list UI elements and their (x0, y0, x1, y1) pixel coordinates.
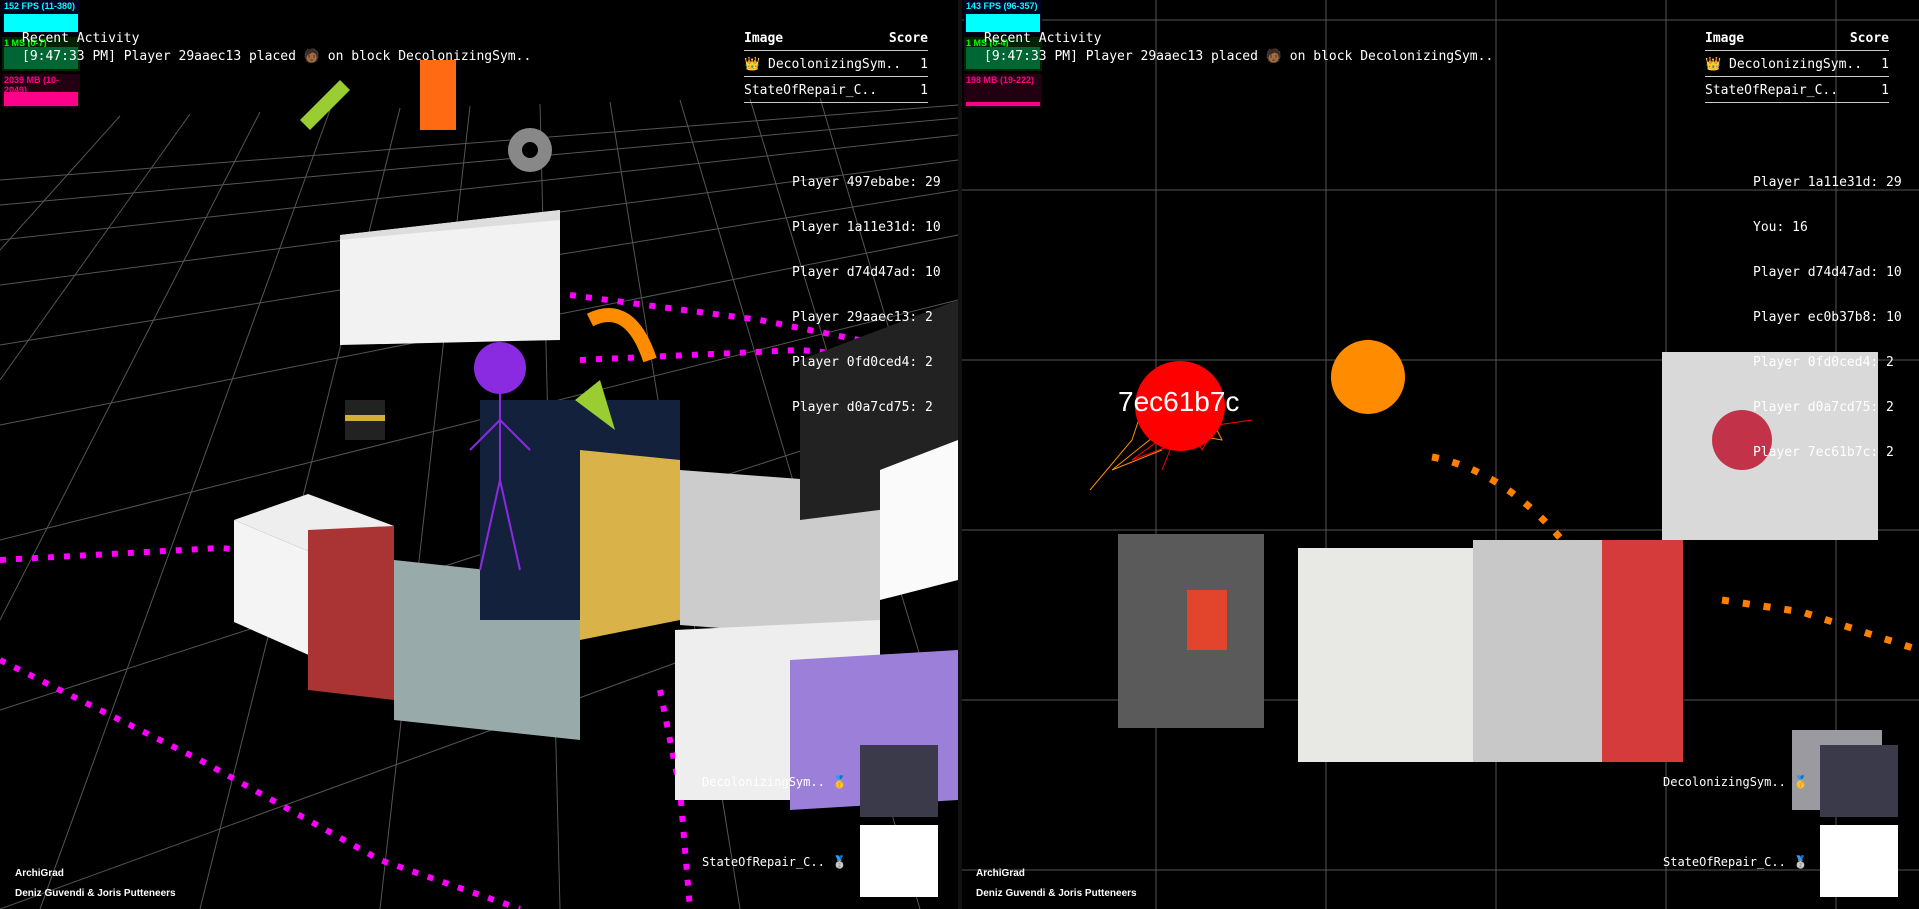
image-thumbnail[interactable] (1820, 745, 1898, 817)
image-thumbnail[interactable] (860, 745, 938, 817)
score-row: 👑 DecolonizingSym.. 1 (1705, 51, 1889, 77)
score-row-name: StateOfRepair_C.. (744, 83, 878, 98)
col-score: Score (888, 31, 928, 46)
scoreboard: Image Score 👑 DecolonizingSym.. 1 StateOfR… (1705, 31, 1889, 103)
right-viewport[interactable]: 7ec61b7c 143 FPS (96-357) 1 MS (0-4) 198… (962, 0, 1919, 909)
player-entry: Player d74d47ad: 10 (1753, 265, 1902, 280)
left-viewport[interactable]: 152 FPS (11-380) 1 MS (0-7) 2039 MB (10-… (0, 0, 958, 909)
score-row-value: 1 (920, 83, 928, 98)
player-entry: Player 1a11e31d: 29 (1753, 175, 1902, 190)
player-entry: Player 1a11e31d: 10 (792, 220, 941, 235)
memory-graph (966, 102, 1040, 106)
player-entry: Player d74d47ad: 10 (792, 265, 941, 280)
left-3d-scene[interactable] (0, 0, 958, 909)
score-row-name: 👑 DecolonizingSym.. (744, 57, 902, 72)
memory-graph (4, 92, 78, 106)
memory-meter[interactable]: 198 MB (19-222) (964, 74, 1042, 108)
player-entry: Player 0fd0ced4: 2 (1753, 355, 1894, 370)
score-row-name: 👑 DecolonizingSym.. (1705, 57, 1863, 72)
player-list: Player 1a11e31d: 29 You: 16 Player d74d4… (1753, 145, 1902, 490)
memory-meter[interactable]: 2039 MB (10-2049) (2, 74, 80, 108)
player-entry: Player 7ec61b7c: 2 (1753, 445, 1894, 460)
score-row: StateOfRepair_C.. 1 (744, 77, 928, 103)
player-entry: Player 497ebabe: 29 (792, 175, 941, 190)
memory-readout: 198 MB (19-222) (966, 75, 1035, 85)
score-row: 👑 DecolonizingSym.. 1 (744, 51, 928, 77)
player-entry: Player 29aaec13: 2 (792, 310, 933, 325)
recent-activity-title: Recent Activity (22, 31, 140, 46)
activity-entry: [9:47:33 PM] Player 29aaec13 placed 🧑🏾 o… (22, 49, 532, 64)
recent-activity-title: Recent Activity (984, 31, 1102, 46)
col-score: Score (1849, 31, 1889, 46)
scoreboard-header: Image Score (744, 31, 928, 51)
avatar-name-label: 7ec61b7c (1118, 386, 1240, 417)
fps-graph (4, 14, 78, 32)
authors-credit: Deniz Guvendi & Joris Putteneers (15, 888, 176, 899)
player-entry: Player d0a7cd75: 2 (792, 400, 933, 415)
player-entry: Player d0a7cd75: 2 (1753, 400, 1894, 415)
scoreboard: Image Score 👑 DecolonizingSym.. 1 StateOfR… (744, 31, 928, 103)
fps-readout: 143 FPS (96-357) (966, 1, 1038, 11)
activity-entry: [9:47:33 PM] Player 29aaec13 placed 🧑🏾 o… (984, 49, 1494, 64)
scoreboard-header: Image Score (1705, 31, 1889, 51)
player-avatar-orange (1331, 340, 1405, 414)
fps-graph (966, 14, 1040, 32)
brand-label: ArchiGrad (976, 868, 1025, 879)
fps-meter[interactable]: 152 FPS (11-380) (2, 0, 80, 34)
image-label-silver: StateOfRepair_C.. 🥈 (702, 855, 847, 869)
player-entry: Player ec0b37b8: 10 (1753, 310, 1902, 325)
player-list: Player 497ebabe: 29 Player 1a11e31d: 10 … (792, 145, 941, 445)
fps-meter[interactable]: 143 FPS (96-357) (964, 0, 1042, 34)
player-entry: Player 0fd0ced4: 2 (792, 355, 933, 370)
col-image: Image (1705, 31, 1745, 46)
image-label-gold: DecolonizingSym.. 🥇 (1663, 775, 1808, 789)
score-row-value: 1 (1881, 83, 1889, 98)
player-entry-self: You: 16 (1753, 220, 1808, 235)
brand-label: ArchiGrad (15, 868, 64, 879)
image-thumbnail[interactable] (1820, 825, 1898, 897)
image-label-silver: StateOfRepair_C.. 🥈 (1663, 855, 1808, 869)
col-image: Image (744, 31, 784, 46)
score-row-value: 1 (1881, 57, 1889, 72)
score-row: StateOfRepair_C.. 1 (1705, 77, 1889, 103)
score-row-name: StateOfRepair_C.. (1705, 83, 1839, 98)
image-label-gold: DecolonizingSym.. 🥇 (702, 775, 847, 789)
score-row-value: 1 (920, 57, 928, 72)
authors-credit: Deniz Guvendi & Joris Putteneers (976, 888, 1137, 899)
image-thumbnail[interactable] (860, 825, 938, 897)
fps-readout: 152 FPS (11-380) (4, 1, 76, 11)
